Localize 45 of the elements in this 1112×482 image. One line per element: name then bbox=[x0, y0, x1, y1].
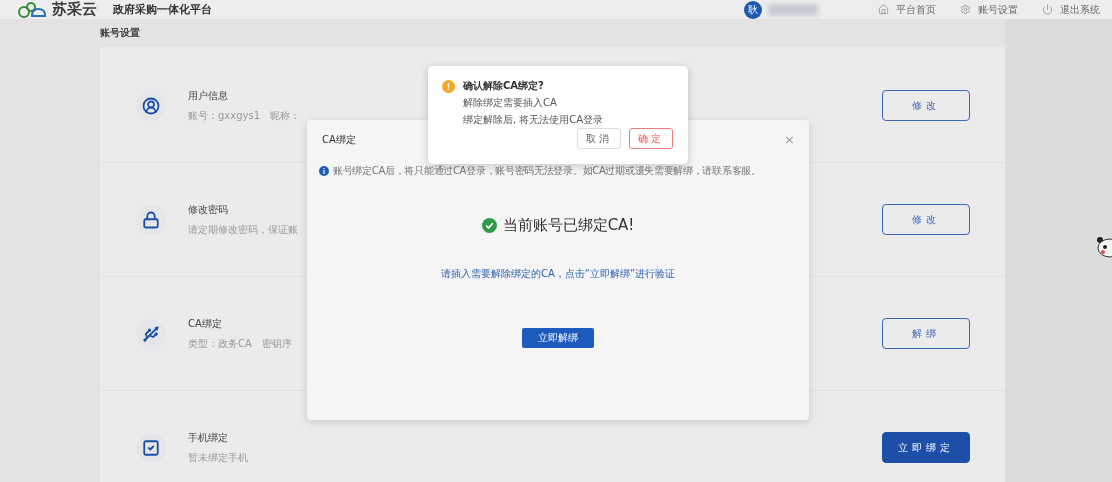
cancel-button[interactable]: 取消 bbox=[577, 128, 621, 149]
platform-title: 政府采购一体化平台 bbox=[113, 2, 212, 17]
confirm-title: 确认解除CA绑定? bbox=[463, 79, 544, 93]
checkbox-icon bbox=[136, 432, 166, 463]
setting-button[interactable]: 解绑 bbox=[882, 318, 970, 349]
confirm-button[interactable]: 确定 bbox=[629, 128, 673, 149]
setting-detail: 昵称： bbox=[270, 108, 301, 123]
info-icon bbox=[319, 166, 329, 176]
home-icon bbox=[878, 4, 889, 15]
warning-icon bbox=[442, 79, 455, 93]
setting-detail: 暂未绑定手机 bbox=[188, 450, 248, 465]
cloud-logo-icon bbox=[18, 0, 48, 19]
page-title: 账号设置 bbox=[100, 26, 141, 40]
blurred-user-name bbox=[768, 3, 818, 16]
logo-text: 苏采云 bbox=[52, 0, 97, 19]
notice-text: 账号绑定CA后，将只能通过CA登录，账号密码无法登录。如CA过期或遗失需要解绑，请联系客服。 bbox=[333, 164, 761, 178]
setting-button[interactable]: 修改 bbox=[882, 90, 970, 121]
setting-button[interactable]: 修改 bbox=[882, 204, 970, 235]
setting-title: 手机绑定 bbox=[188, 430, 228, 445]
nav-link[interactable]: 退出系统 bbox=[1042, 2, 1100, 17]
confirm-message: 绑定解除后, 将无法使用CA登录 bbox=[463, 113, 605, 127]
lock-icon bbox=[136, 204, 166, 235]
confirm-message: 解除绑定需要插入CA bbox=[463, 96, 558, 110]
nav-link[interactable]: 平台首页 bbox=[878, 2, 936, 17]
status-text: 当前账号已绑定CA! bbox=[502, 216, 635, 235]
unbind-button[interactable]: 立即解绑 bbox=[522, 328, 594, 348]
nav-link[interactable]: 账号设置 bbox=[960, 2, 1018, 17]
user-avatar[interactable]: 耿 bbox=[744, 0, 762, 19]
settings-icon bbox=[960, 4, 971, 15]
setting-button[interactable]: 立即绑定 bbox=[882, 432, 970, 463]
usb-key-icon bbox=[136, 318, 166, 349]
check-icon bbox=[481, 218, 497, 233]
panda-mascot-icon bbox=[1096, 236, 1112, 258]
setting-detail: 请定期修改密码，保证账 bbox=[188, 222, 298, 237]
setting-detail: 类型：政务CA bbox=[188, 336, 252, 351]
setting-detail: 密钥序 bbox=[261, 336, 292, 351]
dialog-title: CA绑定 bbox=[322, 132, 356, 147]
setting-title: 修改密码 bbox=[188, 202, 228, 217]
logout-icon bbox=[1042, 4, 1053, 15]
setting-title: CA绑定 bbox=[188, 316, 222, 331]
hint-text: 请插入需要解除绑定的CA，点击“立即解绑”进行验证 bbox=[439, 267, 677, 281]
user-icon bbox=[136, 90, 166, 121]
setting-title: 用户信息 bbox=[188, 88, 228, 103]
setting-detail: 账号：gxxgys1 bbox=[188, 108, 261, 123]
close-button[interactable]: × bbox=[784, 132, 795, 147]
